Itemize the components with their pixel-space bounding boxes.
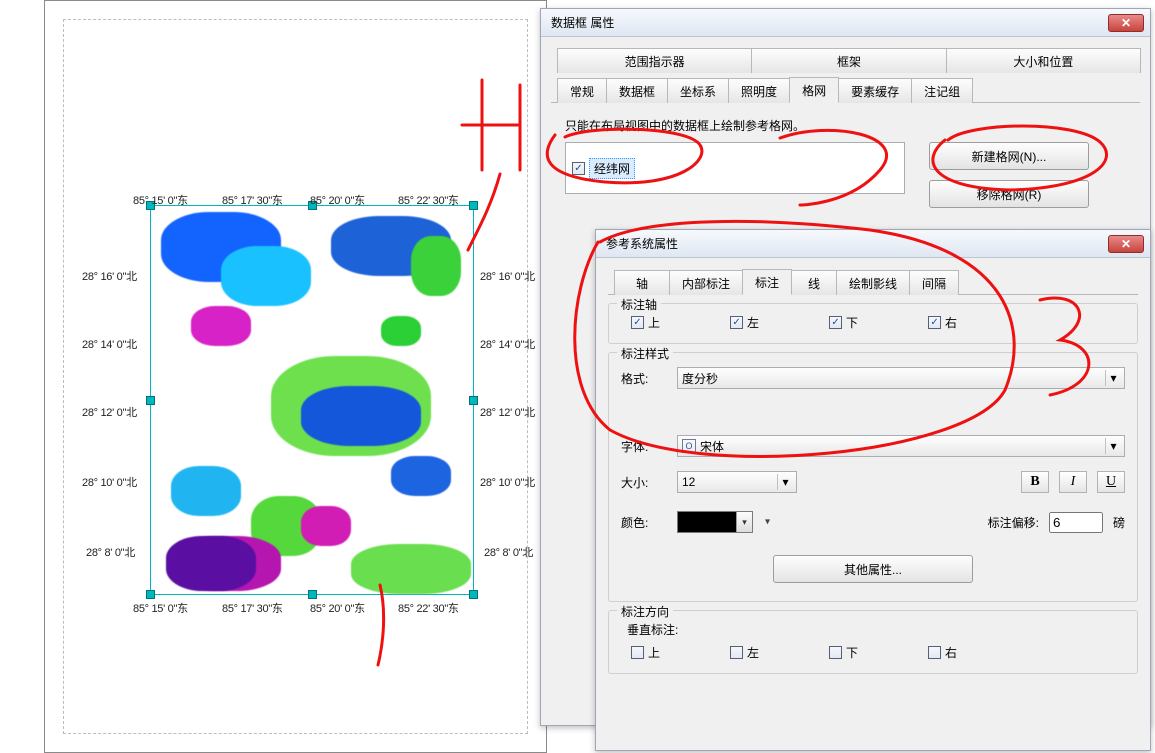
grp-label-style: 标注样式 格式: 度分秒 ▾ 字体: O宋体 ▾ 大小: 12 ▾ (608, 352, 1138, 602)
group-legend: 标注样式 (617, 345, 673, 362)
offset-input[interactable] (1049, 512, 1103, 533)
dlg-title-text: 数据框 属性 (551, 14, 614, 31)
offset-unit: 磅 (1113, 514, 1125, 531)
lon-label: 85° 20' 0"东 (310, 600, 365, 616)
chk-top[interactable]: ✓上 (631, 314, 660, 331)
lat-label: 28° 12' 0"北 (480, 404, 535, 420)
chk-v-bottom[interactable]: 下 (829, 644, 858, 661)
lon-label: 85° 20' 0"东 (310, 192, 365, 208)
lon-label: 85° 17' 30"东 (222, 192, 283, 208)
tab-intervals[interactable]: 间隔 (909, 270, 959, 295)
grids-list[interactable]: ✓ 经纬网 (565, 142, 905, 194)
group-legend: 标注方向 (617, 603, 673, 620)
size-select[interactable]: 12 ▾ (677, 471, 797, 493)
map-data-frame[interactable] (150, 205, 474, 595)
format-label: 格式: (621, 370, 667, 387)
dlg-titlebar[interactable]: 参考系统属性 ✕ (596, 230, 1150, 258)
lat-label: 28° 14' 0"北 (82, 336, 137, 352)
remove-grid-button[interactable]: 移除格网(R) (929, 180, 1089, 208)
font-label: 字体: (621, 438, 667, 455)
color-label: 颜色: (621, 514, 667, 531)
tab-feature-cache[interactable]: 要素缓存 (838, 78, 912, 103)
dlg-title-text: 参考系统属性 (606, 235, 678, 252)
grid-list-item[interactable]: ✓ 经纬网 (572, 158, 635, 179)
italic-button[interactable]: I (1059, 471, 1087, 493)
lon-label: 85° 22' 30"东 (398, 600, 459, 616)
tab-size-position[interactable]: 大小和位置 (946, 48, 1141, 73)
tab-hatching[interactable]: 绘制影线 (836, 270, 910, 295)
chk-v-right[interactable]: 右 (928, 644, 957, 661)
close-icon[interactable]: ✕ (1108, 14, 1144, 32)
color-picker[interactable]: ▾ (677, 511, 753, 533)
grp-label-axes: 标注轴 ✓上 ✓左 ✓下 ✓右 (608, 303, 1138, 344)
tab-interior-labels[interactable]: 内部标注 (669, 270, 743, 295)
tab-frame[interactable]: 框架 (751, 48, 946, 73)
chk-left[interactable]: ✓左 (730, 314, 759, 331)
format-select[interactable]: 度分秒 ▾ (677, 367, 1125, 389)
group-legend: 标注轴 (617, 296, 661, 313)
tab-axis[interactable]: 轴 (614, 270, 670, 295)
close-icon[interactable]: ✕ (1108, 235, 1144, 253)
property-tab-row-1: 范围指示器 框架 大小和位置 (551, 47, 1140, 72)
lon-label: 85° 22' 30"东 (398, 192, 459, 208)
chevron-down-icon: ▾ (777, 474, 793, 490)
grids-hint: 只能在布局视图中的数据框上绘制参考格网。 (565, 117, 1126, 134)
lat-label: 28° 10' 0"北 (480, 474, 535, 490)
lat-label: 28° 10' 0"北 (82, 474, 137, 490)
tab-illumination[interactable]: 照明度 (728, 78, 790, 103)
tab-data-frame[interactable]: 数据框 (606, 78, 668, 103)
chevron-down-icon: ▾ (1105, 438, 1121, 454)
grid-item-label: 经纬网 (589, 158, 635, 179)
offset-label: 标注偏移: (988, 514, 1039, 531)
lon-label: 85° 15' 0"东 (133, 192, 188, 208)
grp-label-orientation: 标注方向 垂直标注: 上 左 下 右 (608, 610, 1138, 674)
new-grid-button[interactable]: 新建格网(N)... (929, 142, 1089, 170)
chk-v-top[interactable]: 上 (631, 644, 660, 661)
tab-lines[interactable]: 线 (791, 270, 837, 295)
tab-grids[interactable]: 格网 (789, 77, 839, 103)
property-tab-row-2: 常规 数据框 坐标系 照明度 格网 要素缓存 注记组 (551, 76, 1140, 103)
lat-label: 28° 8' 0"北 (484, 544, 533, 560)
lat-label: 28° 14' 0"北 (480, 336, 535, 352)
chk-v-left[interactable]: 左 (730, 644, 759, 661)
vertical-label-sub: 垂直标注: (621, 621, 1125, 638)
font-select[interactable]: O宋体 ▾ (677, 435, 1125, 457)
chk-right[interactable]: ✓右 (928, 314, 957, 331)
size-label: 大小: (621, 474, 667, 491)
chevron-down-icon: ▾ (1105, 370, 1121, 386)
grids-panel: 只能在布局视图中的数据框上绘制参考格网。 ✓ 经纬网 新建格网(N)... 移除… (551, 103, 1140, 218)
dlg-titlebar[interactable]: 数据框 属性 ✕ (541, 9, 1150, 37)
other-properties-button[interactable]: 其他属性... (773, 555, 973, 583)
bold-button[interactable]: B (1021, 471, 1049, 493)
lat-label: 28° 12' 0"北 (82, 404, 137, 420)
underline-button[interactable]: U (1097, 471, 1125, 493)
tab-annotation-groups[interactable]: 注记组 (911, 78, 973, 103)
tab-labels[interactable]: 标注 (742, 269, 792, 295)
lon-label: 85° 17' 30"东 (222, 600, 283, 616)
ref-tabs: 轴 内部标注 标注 线 绘制影线 间隔 (608, 268, 1138, 295)
lat-label: 28° 16' 0"北 (82, 268, 137, 284)
lat-label: 28° 16' 0"北 (480, 268, 535, 284)
tab-coord-system[interactable]: 坐标系 (667, 78, 729, 103)
dlg-reference-system: 参考系统属性 ✕ 轴 内部标注 标注 线 绘制影线 间隔 标注轴 ✓上 ✓左 ✓… (595, 229, 1151, 751)
tab-general[interactable]: 常规 (557, 78, 607, 103)
tab-extent-indicator[interactable]: 范围指示器 (557, 48, 752, 73)
chk-bottom[interactable]: ✓下 (829, 314, 858, 331)
lon-label: 85° 15' 0"东 (133, 600, 188, 616)
lat-label: 28° 8' 0"北 (86, 544, 135, 560)
